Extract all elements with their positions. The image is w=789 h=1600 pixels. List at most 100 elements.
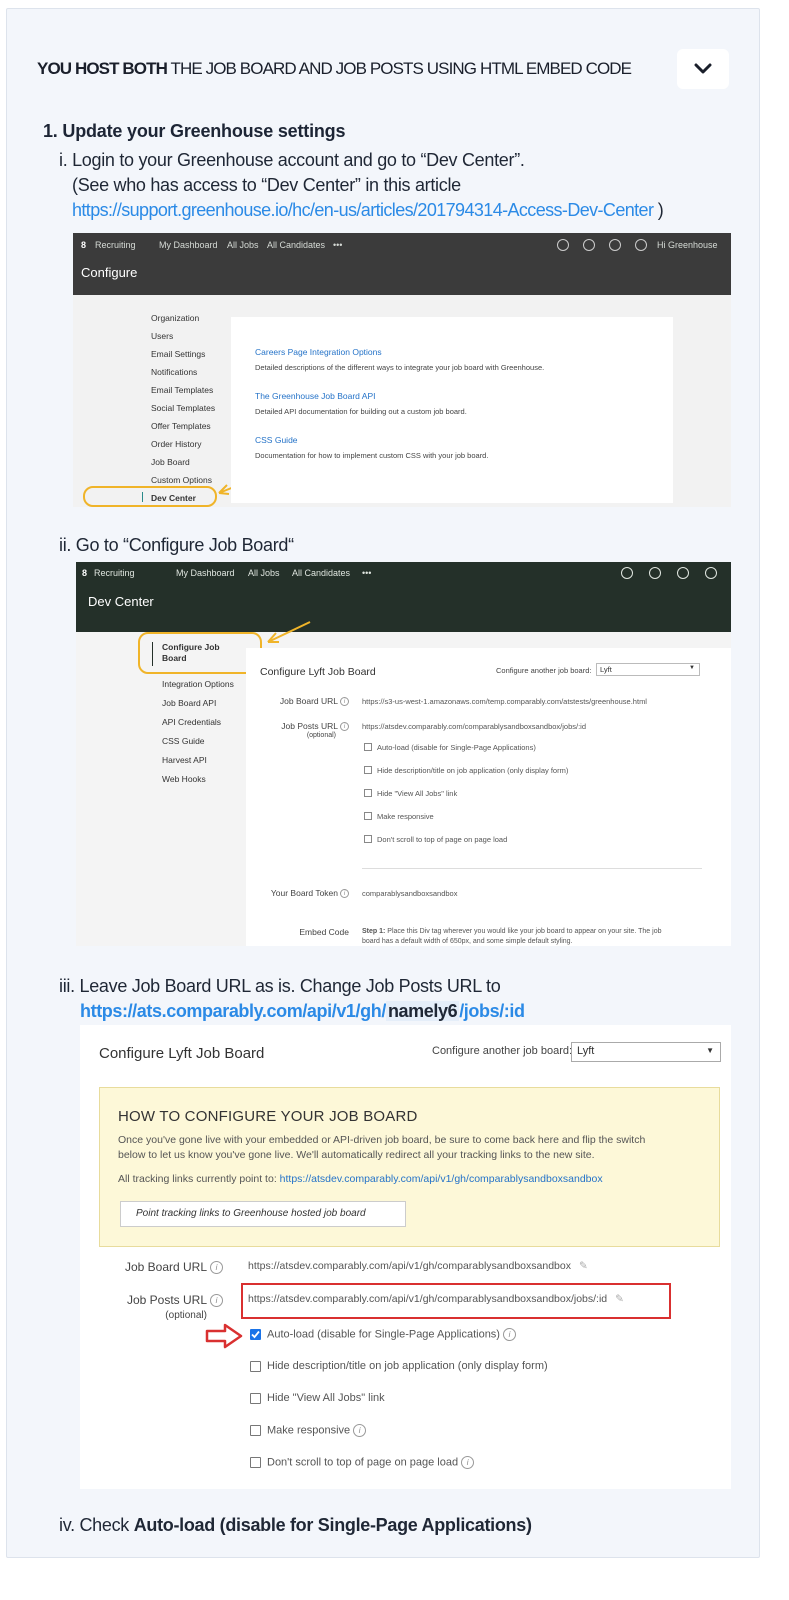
setup-card: YOU HOST BOTH THE JOB BOARD AND JOB POST… <box>6 8 760 1558</box>
nav-all-candidates: All Candidates <box>267 240 326 250</box>
nav-my-dashboard: My Dashboard <box>176 568 235 578</box>
label-text: Don't scroll to top of page on page load <box>267 1456 459 1469</box>
another-board-label: Configure another job board: <box>496 666 592 675</box>
red-arrow-icon <box>205 1323 243 1349</box>
menu-item: Social Templates <box>151 403 216 413</box>
checkbox[interactable] <box>250 1361 261 1372</box>
nav-recruiting: Recruiting <box>94 568 135 578</box>
links-panel: Careers Page Integration Options Detaile… <box>231 317 673 503</box>
checkbox-label: Hide description/title on job applicatio… <box>377 766 569 775</box>
checkbox[interactable] <box>364 835 372 843</box>
embed-text-2: board has a default width of 650px, and … <box>362 938 573 945</box>
url-part: /jobs/:id <box>459 1001 525 1021</box>
job-board-url-value: https://s3-us-west-1.amazonaws.com/temp.… <box>362 697 647 706</box>
tracking-link[interactable]: https://atsdev.comparably.com/api/v1/gh/… <box>280 1173 603 1185</box>
nav-user: Hi Greenhouse <box>657 240 718 250</box>
search-icon <box>621 567 633 579</box>
info-icon: i <box>340 722 349 732</box>
checkbox[interactable] <box>364 812 372 820</box>
info-icon: i <box>502 1328 516 1341</box>
close-paren: ) <box>653 200 664 220</box>
menu-item: Job Board API <box>162 698 217 708</box>
checkbox-label: Hide "View All Jobs" link <box>267 1392 385 1404</box>
step-title: 1. Update your Greenhouse settings <box>43 121 346 141</box>
link-css-guide: CSS Guide <box>255 435 298 445</box>
url-part: https://ats.comparably.com/api/v1/gh/ <box>80 1001 386 1021</box>
optional-label: (optional) <box>165 1310 207 1321</box>
menu-item: API Credentials <box>162 717 222 727</box>
chevron-down-icon <box>694 63 712 74</box>
howto-text: Once you've gone live with your embedded… <box>118 1134 646 1146</box>
menu-item: CSS Guide <box>162 736 205 746</box>
highlight-ring <box>138 632 262 674</box>
pencil-icon: ✎ <box>615 1293 624 1305</box>
auto-load-checkbox[interactable] <box>250 1329 261 1340</box>
gear-icon <box>677 567 689 579</box>
tracking-label: All tracking links currently point to: <box>118 1173 280 1185</box>
menu-item: Offer Templates <box>151 421 211 431</box>
menu-item: Organization <box>151 313 200 323</box>
checkbox[interactable] <box>364 766 372 774</box>
howto-text: below to let us know you've gone live. W… <box>118 1149 595 1161</box>
job-board-url-label: Job Board URL i <box>125 1260 223 1275</box>
gh-page-title: Dev Center <box>88 594 154 609</box>
job-posts-url-value[interactable]: https://atsdev.comparably.com/api/v1/gh/… <box>248 1293 624 1305</box>
link-job-board-api: The Greenhouse Job Board API <box>255 391 376 401</box>
select-value: Lyft <box>577 1045 595 1057</box>
check-icon <box>251 1330 260 1339</box>
collapse-toggle-button[interactable] <box>677 49 729 89</box>
job-posts-url-label: Job Posts URL i <box>281 721 349 732</box>
checkbox[interactable] <box>250 1457 261 1468</box>
optional-label: (optional) <box>306 732 336 739</box>
select-value: Lyft <box>600 665 612 674</box>
menu-item: Job Board <box>151 457 190 467</box>
label-text: Job Board URL <box>279 696 338 706</box>
substep-ii: ii. Go to “Configure Job Board“ <box>59 535 294 555</box>
checkbox-label: Make responsive i <box>267 1424 367 1437</box>
label-text: Auto-load (disable for Single-Page Appli… <box>267 1328 500 1341</box>
howto-notice: HOW TO CONFIGURE YOUR JOB BOARD Once you… <box>99 1087 720 1247</box>
embed-text: Place this Div tag wherever you would li… <box>385 928 662 935</box>
link-desc: Detailed API documentation for building … <box>255 407 467 416</box>
menu-item: Notifications <box>151 367 198 377</box>
nav-all-jobs: All Jobs <box>248 568 280 578</box>
another-board-select[interactable]: Lyft ▼ <box>596 663 700 676</box>
checkbox[interactable] <box>250 1393 261 1404</box>
nav-recruiting: Recruiting <box>95 240 136 250</box>
panel-title: Configure Lyft Job Board <box>260 666 376 678</box>
substep-iii-url: https://ats.comparably.com/api/v1/gh/nam… <box>80 999 525 1023</box>
info-icon: i <box>461 1456 475 1469</box>
highlight-ring <box>83 486 217 507</box>
menu-item: Order History <box>151 439 202 449</box>
accordion-header[interactable]: YOU HOST BOTH THE JOB BOARD AND JOB POST… <box>37 49 731 89</box>
substep-i-line1: i. Login to your Greenhouse account and … <box>59 150 525 170</box>
url-highlight: namely6 <box>385 1001 460 1021</box>
another-board-select[interactable]: Lyft ▼ <box>571 1042 721 1062</box>
url-text: https://atsdev.comparably.com/api/v1/gh/… <box>248 1293 608 1305</box>
caret-down-icon: ▼ <box>689 665 695 671</box>
checkbox-label: Hide "View All Jobs" link <box>377 789 458 798</box>
label-text: Job Posts URL <box>281 721 338 731</box>
substep-iv-bold: Auto-load (disable for Single-Page Appli… <box>133 1515 532 1535</box>
nav-my-dashboard: My Dashboard <box>159 240 218 250</box>
info-icon: i <box>340 697 349 707</box>
add-icon <box>649 567 661 579</box>
checkbox-label: Auto-load (disable for Single-Page Appli… <box>267 1328 516 1341</box>
menu-item: Web Hooks <box>162 774 206 784</box>
access-dev-center-link[interactable]: https://support.greenhouse.io/hc/en-us/a… <box>72 200 654 220</box>
checkbox-label: Don't scroll to top of page on page load… <box>267 1456 475 1469</box>
link-desc: Detailed descriptions of the different w… <box>255 363 545 372</box>
accordion-title: YOU HOST BOTH THE JOB BOARD AND JOB POST… <box>37 59 632 79</box>
checkbox[interactable] <box>250 1425 261 1436</box>
tracking-line: All tracking links currently point to: h… <box>118 1173 603 1185</box>
info-icon: i <box>340 889 349 899</box>
menu-item: Harvest API <box>162 755 207 765</box>
substep-iv-prefix: iv. Check <box>59 1515 134 1535</box>
checkbox[interactable] <box>364 743 372 751</box>
label-text: Job Posts URL <box>126 1293 207 1307</box>
checkbox[interactable] <box>364 789 372 797</box>
job-posts-url-label: Job Posts URL i <box>126 1293 223 1308</box>
token-value: comparablysandboxsandbox <box>362 889 458 898</box>
link-careers-page: Careers Page Integration Options <box>255 347 382 357</box>
point-tracking-button[interactable]: Point tracking links to Greenhouse hoste… <box>120 1201 406 1227</box>
